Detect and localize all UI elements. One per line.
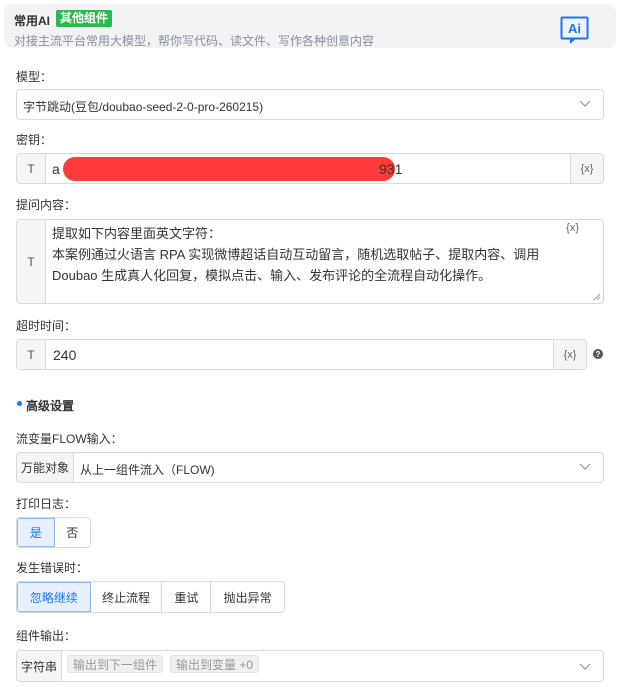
print-log-label: 打印日志： — [16, 497, 77, 511]
output-chip[interactable]: 输出到变量 +0 — [170, 655, 260, 673]
on-error-options[interactable]: 忽略继续 终止流程 重试 抛出异常 — [16, 581, 285, 613]
timeout-input[interactable]: T 240 {x} — [16, 339, 587, 370]
secret-value-end: 931 — [379, 161, 403, 177]
chevron-down-icon — [579, 663, 591, 670]
option-no[interactable]: 否 — [55, 518, 91, 547]
secret-label: 密钥： — [16, 133, 53, 147]
chevron-down-icon — [579, 100, 591, 107]
type-prefix: 字符串 — [17, 651, 62, 681]
print-log-toggle[interactable]: 是 否 — [16, 517, 91, 548]
resize-handle-icon[interactable] — [593, 293, 601, 301]
redaction-mark — [63, 157, 395, 181]
component-description: 对接主流平台常用大模型，帮你写代码、读文件、写作各种创意内容 — [14, 34, 375, 48]
flow-input-value: 从上一组件流入（FLOW) — [80, 463, 215, 477]
on-error-label: 发生错误时： — [16, 561, 89, 575]
option-ignore-continue[interactable]: 忽略继续 — [17, 582, 91, 612]
help-icon[interactable]: ? — [593, 349, 603, 359]
prompt-content: 提取如下内容里面英文字符： 本案例通过火语言 RPA 实现微博超话自动互动留言，… — [52, 223, 587, 286]
svg-text:Ai: Ai — [568, 21, 581, 36]
ai-logo-icon: Ai — [560, 16, 589, 44]
variable-button[interactable]: {x} — [553, 340, 586, 369]
flow-input-label: 流变量FLOW输入： — [16, 432, 123, 446]
advanced-settings-title: 高级设置 — [26, 399, 75, 413]
timeout-label: 超时时间： — [16, 319, 77, 333]
model-value: 字节跳动(豆包/doubao-seed-2-0-pro-260215) — [23, 100, 264, 114]
prompt-textarea[interactable]: T 提取如下内容里面英文字符： 本案例通过火语言 RPA 实现微博超话自动互动留… — [16, 219, 604, 304]
variable-button[interactable]: {x} — [566, 222, 579, 234]
option-yes[interactable]: 是 — [17, 518, 55, 547]
output-select[interactable]: 字符串 输出到下一组件 输出到变量 +0 — [16, 650, 604, 682]
section-bullet-icon — [17, 401, 22, 406]
type-prefix: 万能对象 — [17, 453, 74, 482]
flow-input-select[interactable]: 万能对象 从上一组件流入（FLOW) — [16, 452, 604, 483]
text-type-prefix: T — [17, 220, 46, 303]
model-label: 模型： — [16, 70, 53, 84]
prompt-line: 本案例通过火语言 RPA 实现微博超话自动互动留言，随机选取帖子、提取内容、调用 — [52, 247, 540, 262]
component-header: 常用AI 其他组件 对接主流平台常用大模型，帮你写代码、读文件、写作各种创意内容… — [4, 4, 616, 48]
model-select[interactable]: 字节跳动(豆包/doubao-seed-2-0-pro-260215) — [16, 89, 604, 120]
output-chip[interactable]: 输出到下一组件 — [67, 655, 164, 673]
variable-button[interactable]: {x} — [570, 154, 603, 183]
secret-input[interactable]: T a 931 {x} — [16, 153, 604, 184]
prompt-line: 提取如下内容里面英文字符： — [52, 226, 222, 241]
prompt-label: 提问内容： — [16, 198, 77, 212]
option-stop-flow[interactable]: 终止流程 — [91, 582, 163, 612]
option-retry[interactable]: 重试 — [162, 582, 212, 612]
output-label: 组件输出： — [16, 629, 77, 643]
prompt-line: Doubao 生成真人化回复，模拟点击、输入、发布评论的全流程自动化操作。 — [52, 268, 492, 283]
text-type-prefix: T — [17, 154, 46, 183]
timeout-value: 240 — [53, 347, 77, 363]
chevron-down-icon — [579, 463, 591, 470]
text-type-prefix: T — [17, 340, 46, 369]
secret-value-start: a — [52, 161, 60, 177]
option-throw-exception[interactable]: 抛出异常 — [211, 582, 284, 612]
component-title: 常用AI — [14, 14, 51, 28]
category-tag: 其他组件 — [56, 10, 113, 27]
